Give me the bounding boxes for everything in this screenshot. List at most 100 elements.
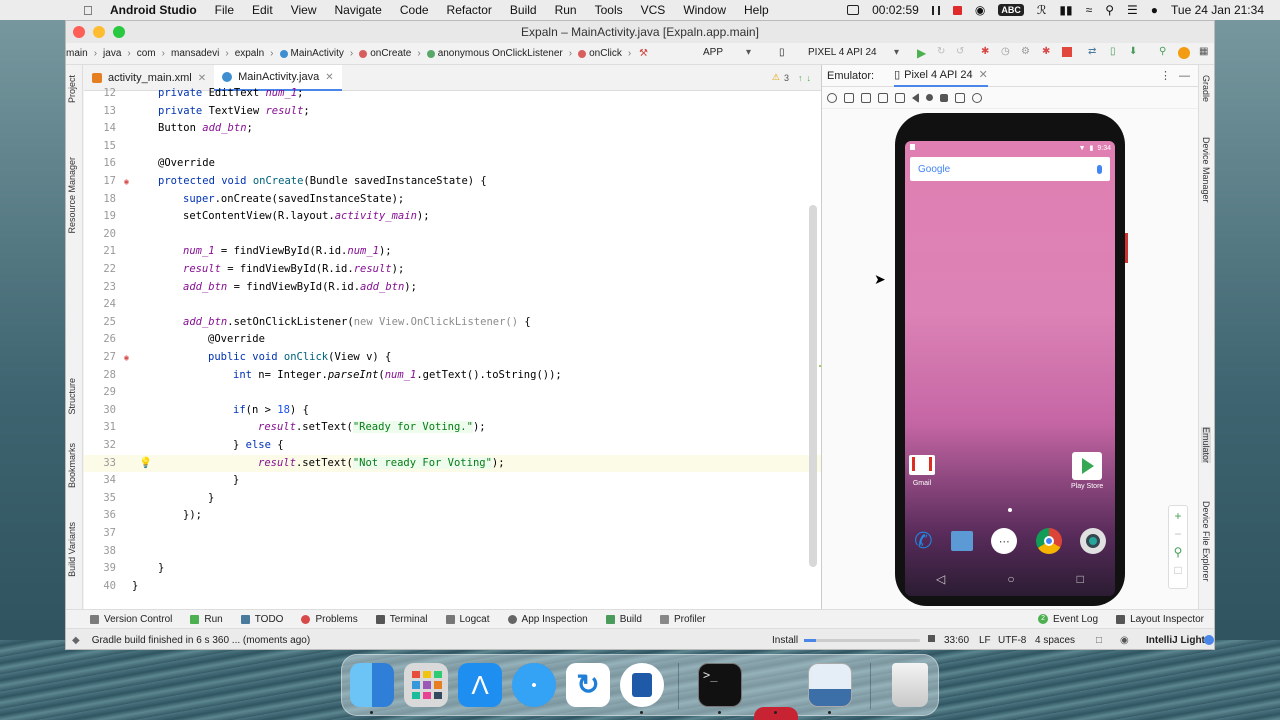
home-icon[interactable] — [926, 94, 933, 101]
code-line[interactable]: 15 — [84, 138, 821, 156]
tool-run[interactable]: Run — [190, 614, 223, 625]
updates-icon[interactable] — [1178, 47, 1190, 59]
code-line[interactable]: 22 result = findViewById(R.id.result); — [84, 261, 821, 279]
line-separator[interactable]: LF — [979, 635, 991, 646]
close-window-button[interactable] — [73, 26, 85, 38]
code-line[interactable]: 21 num_1 = findViewById(R.id.num_1); — [84, 243, 821, 261]
tool-terminal[interactable]: Terminal — [375, 614, 428, 625]
device-select[interactable]: PIXEL 4 API 24 — [808, 47, 877, 58]
safari-icon[interactable] — [512, 663, 556, 707]
code-line[interactable]: 24 — [84, 296, 821, 314]
zoom-out-icon[interactable]: − — [1174, 527, 1181, 541]
more-options-icon[interactable]: ⋮ — [1160, 69, 1171, 82]
apple-icon[interactable]:  — [83, 3, 97, 18]
tool-device-manager[interactable]: Device Manager — [1201, 137, 1211, 203]
back-icon[interactable] — [912, 92, 919, 103]
code-line[interactable]: 19 setContentView(R.layout.activity_main)… — [84, 208, 821, 226]
zoom-in-icon[interactable]: + — [1174, 509, 1181, 523]
breadcrumb-item[interactable]: anonymous OnClickListener — [438, 48, 563, 59]
app-gmail[interactable]: Gmail — [909, 455, 935, 487]
tool-build-variants[interactable]: Build Variants — [67, 522, 77, 577]
bluetooth-icon[interactable]: ℛ — [1037, 3, 1047, 17]
theme-indicator[interactable]: IntelliJ Light — [1146, 635, 1205, 646]
warning-icon[interactable]: ⚠ — [772, 72, 780, 83]
code-line[interactable]: 32} else { — [84, 437, 821, 455]
code-line[interactable]: 30 if(n > 18) { — [84, 402, 821, 420]
breadcrumb-item[interactable]: main — [66, 48, 88, 59]
code-line[interactable]: 16 @Override — [84, 155, 821, 173]
code-line[interactable]: 28 int n= Integer.parseInt(num_1.getText(… — [84, 367, 821, 385]
code-line[interactable]: 25 add_btn.setOnClickListener(new View.On… — [84, 314, 821, 332]
menu-build[interactable]: Build — [510, 3, 537, 17]
menubar-app-name[interactable]: Android Studio — [110, 3, 197, 17]
minimize-window-button[interactable] — [93, 26, 105, 38]
cursor-position[interactable]: 33:60 — [944, 635, 969, 646]
run-icon[interactable]: ▶ — [917, 46, 926, 60]
menu-view[interactable]: View — [291, 3, 317, 17]
control-center-icon[interactable]: ☰ — [1127, 3, 1138, 17]
code-line[interactable]: 12 private EditText num_1; — [84, 85, 821, 103]
siri-icon[interactable]: ● — [1151, 3, 1158, 17]
override-gutter-icon[interactable]: ◉ — [124, 173, 129, 191]
profile-icon[interactable]: ◷ — [1001, 46, 1010, 57]
bug-icon[interactable]: ✱ — [1042, 46, 1050, 57]
volume-up-icon[interactable] — [844, 92, 854, 103]
code-line[interactable]: 17 ◉ protected void onCreate(Bundle savedI… — [84, 173, 821, 191]
code-line[interactable]: 27 ◉ public void onClick(View v) { — [84, 349, 821, 367]
code-line[interactable]: 38 — [84, 543, 821, 561]
implements-gutter-icon[interactable]: ◉ — [124, 349, 129, 367]
tool-structure[interactable]: Structure — [67, 378, 77, 415]
eye-icon[interactable]: ◉ — [975, 3, 985, 17]
code-area[interactable]: 12 private EditText num_1; 13 private Text… — [84, 87, 821, 609]
tool-emulator[interactable]: Emulator — [1201, 427, 1211, 464]
tool-profiler[interactable]: Profiler — [659, 614, 706, 625]
close-icon[interactable]: ✕ — [325, 72, 333, 83]
memory-icon[interactable]: ◉ — [1120, 635, 1129, 646]
tool-bookmarks[interactable]: Bookmarks — [67, 443, 77, 488]
cancel-install-icon[interactable] — [928, 635, 935, 642]
tool-event-log[interactable]: 2 Event Log — [1038, 614, 1098, 625]
status-message[interactable]: Gradle build finished in 6 s 360 ... (mo… — [92, 635, 310, 646]
device-manager-icon[interactable]: ▯ — [1110, 46, 1116, 57]
spotlight-search-icon[interactable]: ⚲ — [1105, 3, 1114, 17]
nav-home-icon[interactable]: ○ — [1007, 572, 1014, 586]
tool-device-file-explorer[interactable]: Device File Explorer — [1201, 501, 1211, 582]
chevron-down-icon[interactable]: ▾ — [894, 47, 899, 58]
zoom-window-button[interactable] — [113, 26, 125, 38]
code-line[interactable]: 29 — [84, 384, 821, 402]
overview-icon[interactable] — [940, 93, 948, 102]
rotate-right-icon[interactable] — [895, 92, 905, 103]
screen-recorder-icon[interactable] — [847, 5, 860, 15]
code-line[interactable]: 37 — [84, 525, 821, 543]
hammer-icon[interactable]: ⚒ — [639, 48, 648, 59]
sync-gradle-icon[interactable]: ⇄ — [1088, 46, 1096, 57]
breadcrumb-item[interactable]: MainActivity — [291, 48, 344, 59]
breadcrumb-item[interactable]: onClick — [589, 48, 622, 59]
previous-highlight-icon[interactable]: ↑ — [798, 73, 803, 83]
close-icon[interactable]: ✕ — [198, 73, 206, 84]
menu-navigate[interactable]: Navigate — [334, 3, 381, 17]
camera-app-icon[interactable] — [1079, 528, 1106, 554]
lightbulb-icon[interactable]: 💡 — [139, 455, 152, 473]
attach-debugger-icon[interactable]: ⚙ — [1021, 46, 1030, 57]
code-line-current[interactable]: 33 💡 result.setText("Not ready For Voting"… — [84, 454, 821, 473]
breadcrumb-item[interactable]: expaln — [235, 48, 264, 59]
search-icon[interactable]: ⚲ — [1159, 46, 1166, 57]
apply-code-changes-icon[interactable]: ↺ — [956, 46, 964, 57]
app-drawer-icon[interactable]: ⋯ — [991, 528, 1018, 554]
stop-recording-icon[interactable] — [952, 5, 962, 15]
menu-code[interactable]: Code — [400, 3, 429, 17]
menu-help[interactable]: Help — [744, 3, 769, 17]
zoom-actual-icon[interactable]: □ — [1174, 563, 1181, 577]
code-line[interactable]: 26 @Override — [84, 331, 821, 349]
tool-app-inspection[interactable]: App Inspection — [507, 614, 588, 625]
menu-tools[interactable]: Tools — [595, 3, 623, 17]
trash-icon[interactable] — [892, 663, 928, 707]
battery-icon[interactable]: ▮▮ — [1059, 3, 1072, 17]
screenshot-icon[interactable] — [955, 92, 965, 103]
launchpad-icon[interactable] — [404, 663, 448, 707]
tool-problems[interactable]: Problems — [301, 614, 358, 625]
tool-version-control[interactable]: Version Control — [90, 614, 172, 625]
breadcrumb-item[interactable]: mansadevi — [171, 48, 219, 59]
vscode-icon[interactable]: ↻ — [566, 663, 610, 707]
